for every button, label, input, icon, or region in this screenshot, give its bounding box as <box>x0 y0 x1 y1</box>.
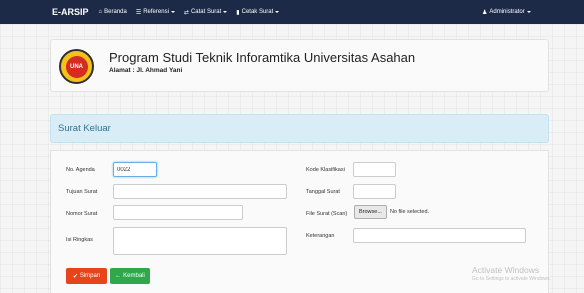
watermark-title: Activate Windows <box>472 265 540 275</box>
nav-item-beranda[interactable]: ⌂ Beranda <box>99 9 127 15</box>
chevron-down-icon <box>526 11 531 13</box>
nav-item-label: Cetak Surat <box>241 9 274 15</box>
activation-watermark: Activate Windows Go to Settings to activ… <box>472 265 551 282</box>
nomor-surat-input[interactable] <box>113 205 243 220</box>
list-icon: ☰ <box>135 9 142 16</box>
nav-menu: E-ARSIP ⌂ Beranda ☰ Referensi ⇄ Catat Su… <box>52 0 288 24</box>
no-agenda-input[interactable] <box>113 162 157 177</box>
shuffle-icon: ⇄ <box>183 9 189 16</box>
address-text: Alamat : Jl. Ahmad Yani <box>109 67 183 74</box>
watermark-subtitle: Go to Settings to activate Windows. <box>472 276 551 282</box>
kode-klasifikasi-label: Kode Klasifikasi <box>306 167 345 173</box>
nav-item-label: Catat Surat <box>190 9 222 15</box>
save-button[interactable]: ✔ Simpan <box>66 268 107 284</box>
keterangan-label: Keterangan <box>306 233 335 239</box>
nav-item-catat-surat[interactable]: ⇄ Catat Surat <box>183 9 228 16</box>
back-button-label: Kembali <box>123 273 145 279</box>
chevron-down-icon <box>170 11 175 13</box>
isi-ringkas-textarea[interactable] <box>113 227 287 255</box>
page-title: Program Studi Teknik Inforamtika Univers… <box>109 50 416 65</box>
file-icon: ▮ <box>236 9 240 16</box>
brand-link[interactable]: E-ARSIP <box>52 7 89 17</box>
file-status: No file selected. <box>389 209 430 215</box>
no-agenda-label: No. Agenda <box>66 167 95 173</box>
save-button-label: Simpan <box>79 273 101 279</box>
kode-klasifikasi-input[interactable] <box>353 162 396 177</box>
file-upload: Browse... No file selected. <box>354 205 429 219</box>
nav-item-label: Referensi <box>143 9 169 15</box>
arrow-left-icon: ← <box>115 273 122 279</box>
nav-item-referensi[interactable]: ☰ Referensi <box>136 9 175 16</box>
user-icon: ♟ <box>482 9 488 16</box>
nav-item-label: Beranda <box>104 9 127 15</box>
tanggal-surat-label: Tanggal Surat <box>306 189 340 195</box>
user-menu[interactable]: ♟ Administrator <box>482 0 531 24</box>
file-surat-label: File Surat (Scan) <box>306 211 348 217</box>
home-icon: ⌂ <box>98 9 103 15</box>
institution-header: UNA Program Studi Teknik Inforamtika Uni… <box>50 39 549 92</box>
browse-button[interactable]: Browse... <box>354 205 387 219</box>
nomor-surat-label: Nomor Surat <box>66 211 98 217</box>
tujuan-surat-input[interactable] <box>113 184 287 199</box>
section-heading: Surat Keluar <box>50 114 549 143</box>
chevron-down-icon <box>223 11 228 13</box>
chevron-down-icon <box>275 11 280 13</box>
check-icon: ✔ <box>72 273 78 280</box>
user-menu-label: Administrator <box>489 9 525 15</box>
university-logo: UNA <box>59 49 94 84</box>
back-button[interactable]: ← Kembali <box>110 268 150 284</box>
tujuan-surat-label: Tujuan Surat <box>66 189 98 195</box>
isi-ringkas-label: Isi Ringkas <box>66 237 93 243</box>
keterangan-input[interactable] <box>353 228 526 243</box>
nav-item-cetak-surat[interactable]: ▮ Cetak Surat <box>236 9 280 16</box>
logo-emblem: UNA <box>65 55 88 78</box>
navbar: E-ARSIP ⌂ Beranda ☰ Referensi ⇄ Catat Su… <box>0 0 584 24</box>
section-title: Surat Keluar <box>58 123 111 134</box>
tanggal-surat-input[interactable] <box>353 184 396 199</box>
